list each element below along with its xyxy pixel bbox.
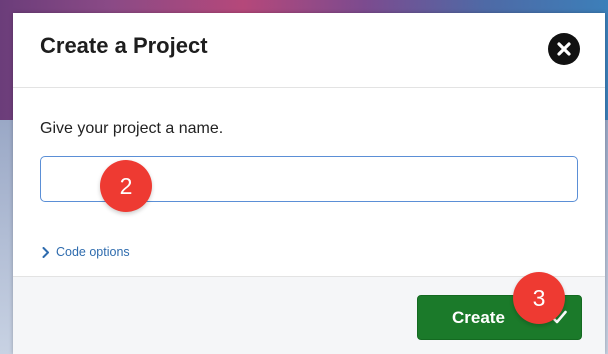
close-button[interactable] (548, 33, 580, 65)
create-button-label: Create (452, 307, 505, 327)
step-2-badge: 2 (100, 160, 152, 212)
dialog-header: Create a Project (13, 13, 605, 88)
code-options-toggle[interactable]: Code options (42, 245, 130, 259)
project-name-label: Give your project a name. (40, 120, 224, 137)
dialog-title: Create a Project (40, 33, 208, 58)
code-options-label: Code options (56, 245, 130, 259)
close-x-icon (557, 42, 571, 56)
step-3-badge: 3 (513, 272, 565, 324)
chevron-right-icon (42, 246, 49, 258)
